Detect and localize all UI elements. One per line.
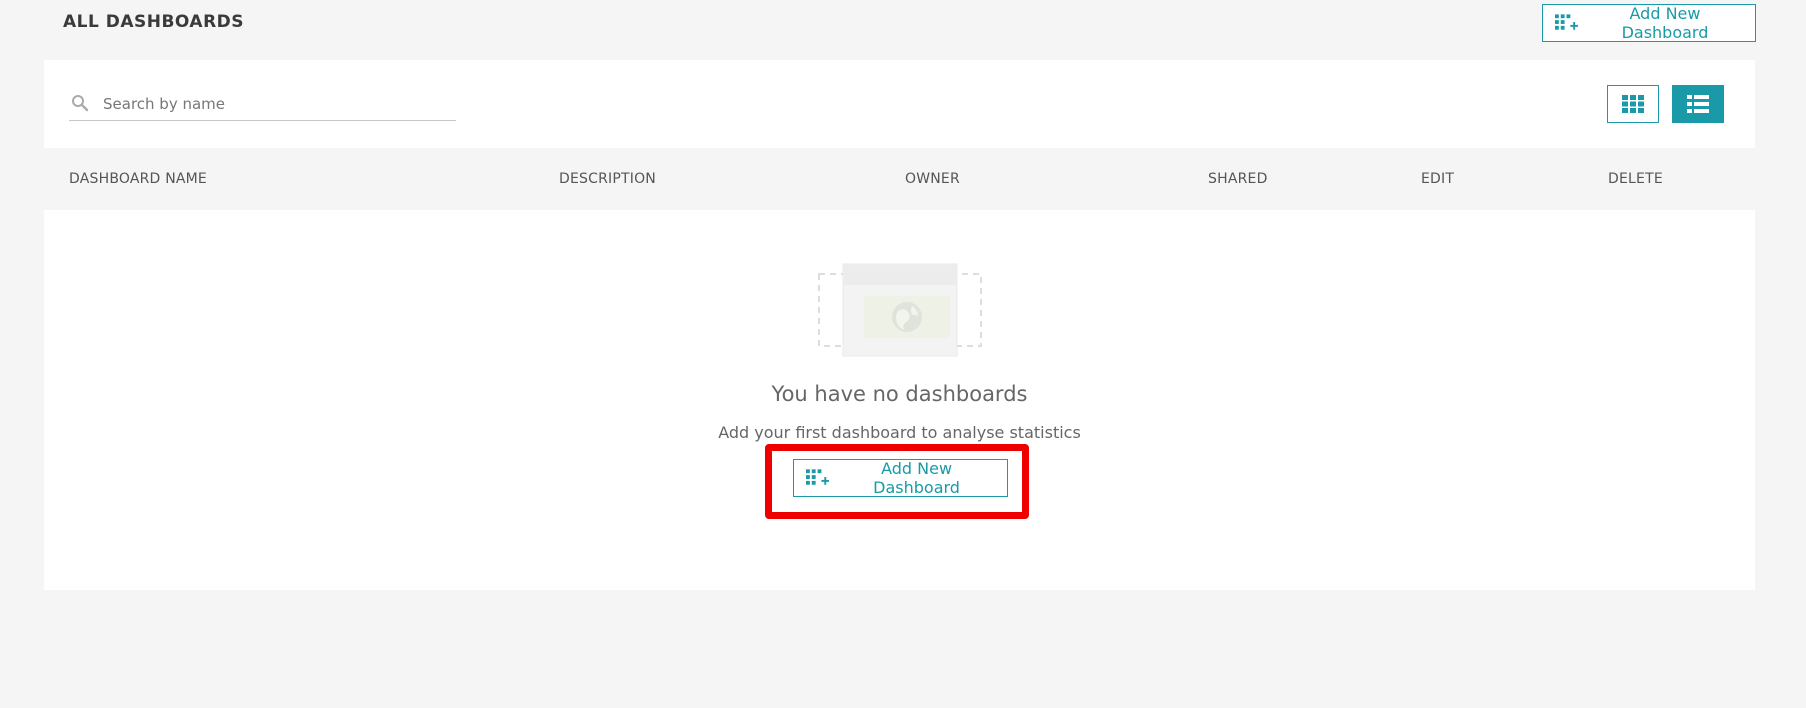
empty-dashboard-globe-icon	[818, 263, 982, 357]
search-icon	[72, 95, 89, 112]
search-field	[69, 90, 456, 121]
add-new-dashboard-label: Add New Dashboard	[873, 459, 960, 497]
grid-plus-icon	[1555, 14, 1578, 30]
grid-view-button[interactable]	[1607, 85, 1659, 123]
column-header-edit: EDIT	[1421, 171, 1455, 187]
column-header-delete: DELETE	[1608, 171, 1663, 187]
add-new-dashboard-button-top[interactable]: Add New Dashboard	[1542, 4, 1756, 42]
page-title: ALL DASHBOARDS	[63, 12, 245, 32]
column-header-shared: SHARED	[1208, 171, 1268, 187]
list-view-button[interactable]	[1672, 85, 1724, 123]
column-header-owner: OWNER	[905, 171, 960, 187]
add-new-dashboard-button[interactable]: Add New Dashboard	[793, 459, 1008, 497]
search-input[interactable]	[103, 90, 453, 118]
table-header: DASHBOARD NAME DESCRIPTION OWNER SHARED …	[44, 148, 1755, 210]
search-toolbar	[44, 60, 1755, 148]
column-header-description: DESCRIPTION	[559, 171, 656, 187]
grid-view-icon	[1622, 95, 1644, 113]
empty-state-panel: You have no dashboards Add your first da…	[44, 210, 1755, 590]
list-view-icon	[1687, 95, 1709, 113]
add-new-dashboard-label: Add New Dashboard	[1621, 4, 1709, 42]
grid-plus-icon	[806, 469, 830, 485]
empty-state-subtitle: Add your first dashboard to analyse stat…	[718, 423, 1081, 442]
empty-state-title: You have no dashboards	[771, 382, 1028, 406]
dashboards-page: ALL DASHBOARDS Add New Dashboard Search …	[0, 0, 1806, 708]
column-header-dashboard-name: DASHBOARD NAME	[69, 171, 207, 187]
